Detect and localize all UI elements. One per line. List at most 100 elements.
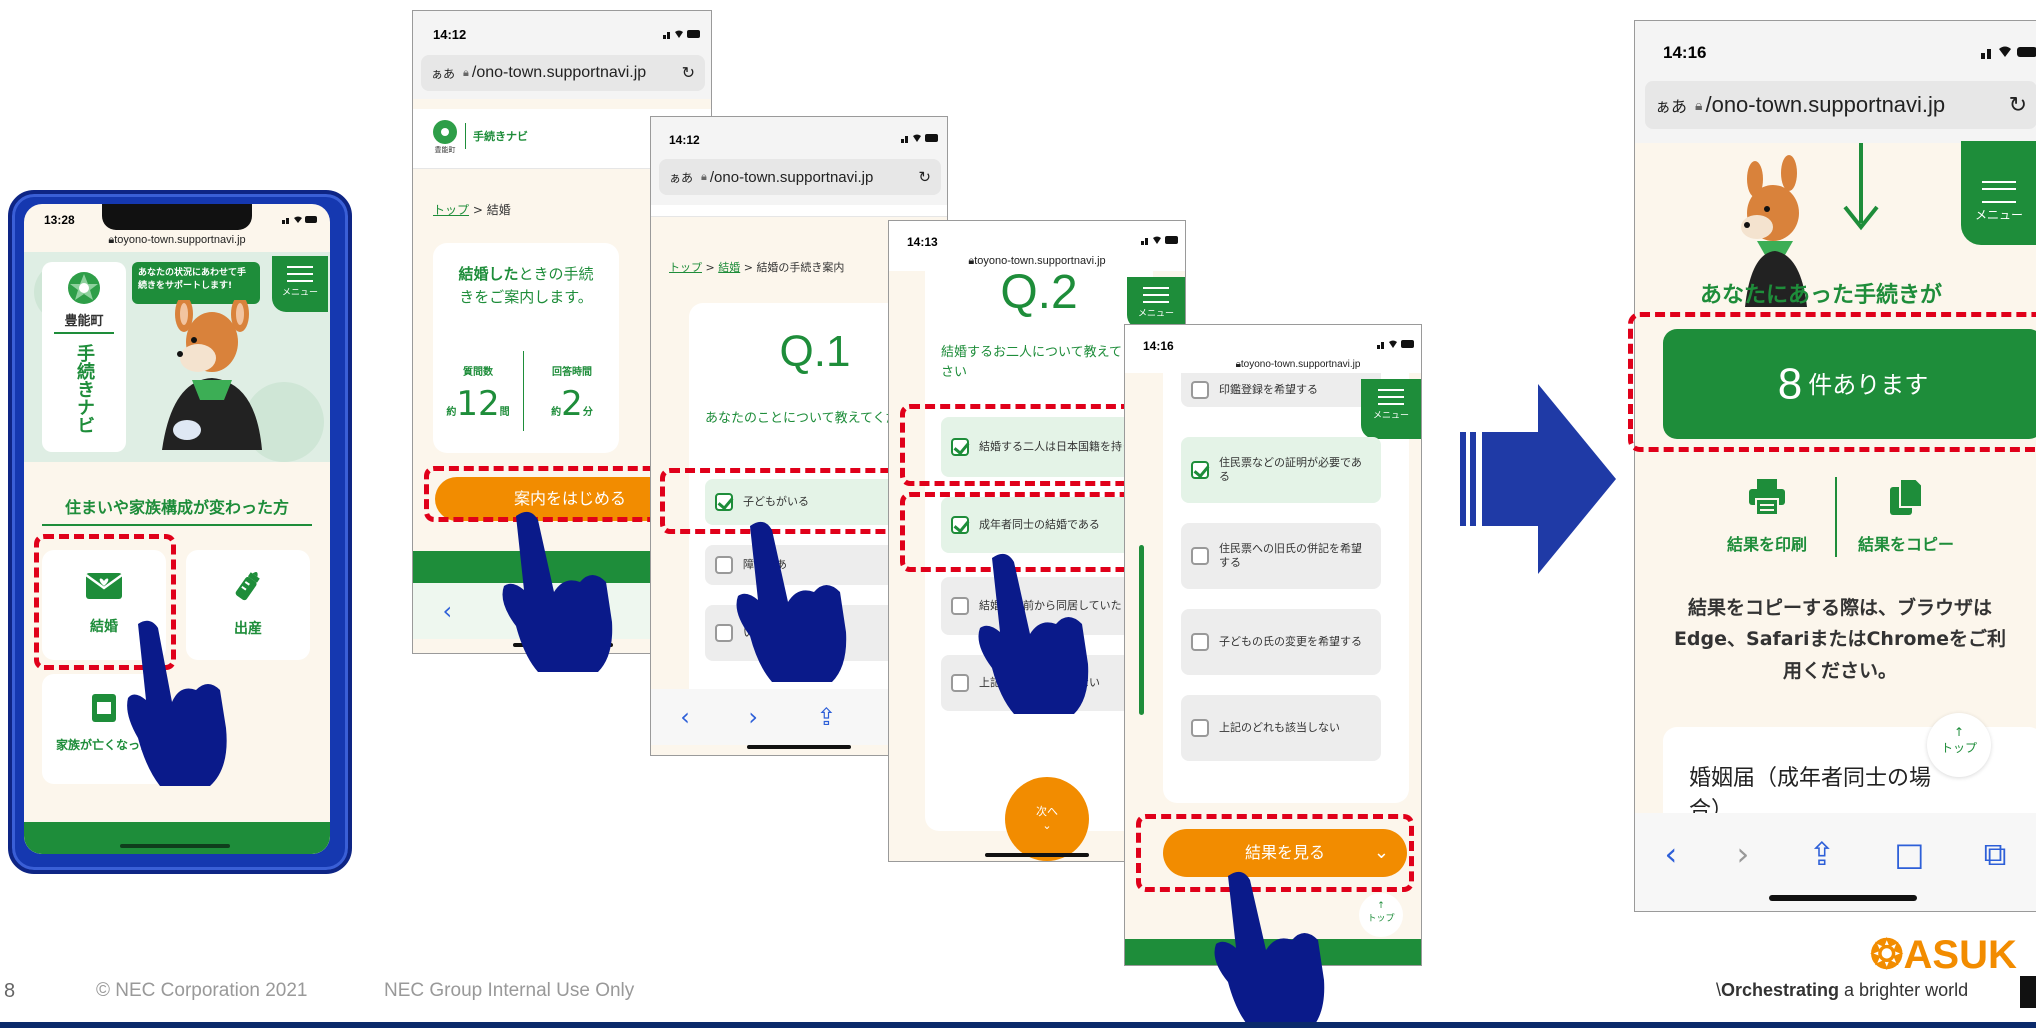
footer-bar xyxy=(24,822,330,854)
next-button[interactable]: 次へ ⌄ xyxy=(1005,777,1089,861)
stat-value: 12 xyxy=(456,384,500,424)
intro-card: 結婚したときの手続きをご案内します。 質問数 約12問 回答時間 約2分 xyxy=(433,243,619,453)
menu-label: メニュー xyxy=(281,288,318,298)
checkbox-icon[interactable] xyxy=(951,674,969,692)
classification-notice: NEC Group Internal Use Only xyxy=(384,980,635,1001)
print-results-button[interactable]: 結果を印刷 xyxy=(1707,477,1827,555)
stat-prefix: 約 xyxy=(551,407,562,418)
brand-mark-icon: ❂ xyxy=(1870,933,1904,977)
url-text: /ono-town.supportnavi.jp xyxy=(1705,92,1946,117)
url-text: /ono-town.supportnavi.jp xyxy=(709,168,874,186)
stat-label: 回答時間 xyxy=(552,367,592,378)
phone-6-screen: 14:16 ぁあ 🔒︎/ono-town.supportnavi.jp ↻ メニュー… xyxy=(1634,20,2036,912)
menu-label: メニュー xyxy=(1974,208,2023,222)
menu-button[interactable]: メニュー xyxy=(1961,141,2036,245)
option-label: 子どもの氏の変更を希望する xyxy=(1219,634,1362,648)
address-bar[interactable]: ぁあ 🔒︎/ono-town.supportnavi.jp ↻ xyxy=(421,55,705,91)
town-name: 豊能町 xyxy=(64,314,104,329)
checkbox-icon[interactable] xyxy=(1191,381,1209,399)
page-number: 8 xyxy=(4,980,16,1002)
signal-wifi-battery-icon xyxy=(282,216,317,224)
back-icon[interactable]: ‹ xyxy=(442,597,452,625)
status-time: 14:12 xyxy=(433,27,467,42)
back-to-top-button[interactable]: ↑ トップ xyxy=(1359,893,1403,937)
share-icon[interactable]: ⇪ xyxy=(816,703,836,731)
reload-icon[interactable]: ↻ xyxy=(682,63,695,83)
text-size-button[interactable]: ぁあ xyxy=(669,169,693,186)
section-title: 住まいや家族構成が変わった方 xyxy=(42,494,312,526)
top-label: トップ xyxy=(1367,914,1395,924)
checkbox-icon[interactable] xyxy=(1191,547,1209,565)
hamburger-icon[interactable] xyxy=(1143,287,1169,303)
forward-icon[interactable]: › xyxy=(748,703,758,731)
checkbox-icon[interactable] xyxy=(1191,633,1209,651)
reload-icon[interactable]: ↻ xyxy=(918,168,931,186)
checkbox-icon[interactable] xyxy=(1191,719,1209,737)
bookmarks-icon[interactable]: □ xyxy=(1894,835,1924,873)
pointing-hand-icon xyxy=(502,511,613,672)
option-resident-certificate[interactable]: 住民票などの証明が必要である xyxy=(1181,437,1381,503)
stat-time: 回答時間 約2分 xyxy=(525,363,619,424)
hamburger-icon[interactable] xyxy=(1982,181,2016,203)
status-time: 13:28 xyxy=(44,213,75,227)
chevron-down-icon: ⌄ xyxy=(1042,819,1052,832)
breadcrumb-top-link[interactable]: トップ xyxy=(669,261,702,274)
breadcrumb-current: 結婚 xyxy=(486,203,511,217)
breadcrumb-current: 結婚の手続き案内 xyxy=(756,261,845,274)
share-icon[interactable]: ⇪ xyxy=(1808,835,1835,873)
breadcrumb-top-link[interactable]: トップ xyxy=(433,203,469,217)
speech-bubble: あなたの状況にあわせて手続きをサポートします! xyxy=(132,262,260,304)
slogan-rest: a brighter world xyxy=(1839,980,1969,1000)
option-child-name-change[interactable]: 子どもの氏の変更を希望する xyxy=(1181,609,1381,675)
text-size-button[interactable]: ぁあ xyxy=(431,65,455,82)
slogan-bold: Orchestrating xyxy=(1721,980,1840,1000)
tabs-icon[interactable]: ⧉ xyxy=(1984,835,2007,874)
menu-button[interactable]: メニュー xyxy=(1127,277,1185,329)
option-none[interactable]: 上記のどれも該当しない xyxy=(1181,695,1381,761)
reload-icon[interactable]: ↻ xyxy=(2009,92,2027,118)
menu-button[interactable]: メニュー xyxy=(1361,379,1421,439)
home-indicator xyxy=(120,844,230,848)
app-title: 手続きナビ xyxy=(473,130,528,143)
breadcrumb-mid-link[interactable]: 結婚 xyxy=(718,261,740,274)
back-icon[interactable]: ‹ xyxy=(1665,835,1678,873)
option-label: 上記のどれも該当しない xyxy=(1219,720,1340,734)
lock-icon: 🔒︎ xyxy=(1695,96,1703,113)
lock-icon: 🔒︎ xyxy=(463,66,469,79)
back-icon[interactable]: ‹ xyxy=(680,703,690,731)
home-indicator xyxy=(1769,895,1917,901)
emblem-town: 豊能町 xyxy=(435,145,456,153)
option-seal-registration[interactable]: 印鑑登録を希望する xyxy=(1181,373,1381,407)
scroll-indicator[interactable] xyxy=(1139,545,1144,715)
option-label: 印鑑登録を希望する xyxy=(1219,382,1318,396)
nec-logo-fragment xyxy=(2020,976,2036,1008)
home-indicator xyxy=(985,853,1089,857)
back-to-top-button[interactable]: ↑ トップ xyxy=(1927,713,1991,777)
footer-rule xyxy=(0,1022,2036,1028)
checkbox-icon[interactable] xyxy=(951,597,969,615)
copy-results-button[interactable]: 結果をコピー xyxy=(1841,477,1971,555)
stat-value: 2 xyxy=(561,384,583,424)
address-bar[interactable]: ぁあ 🔒︎/ono-town.supportnavi.jp ↻ xyxy=(1645,81,2036,129)
pointing-hand-icon xyxy=(978,553,1089,714)
hamburger-icon[interactable] xyxy=(1378,389,1404,405)
stat-unit: 分 xyxy=(582,407,593,418)
status-time: 14:16 xyxy=(1143,339,1174,353)
option-maiden-name[interactable]: 住民票への旧氏の併記を希望する xyxy=(1181,523,1381,589)
brand-logo: ❂ASUK xyxy=(1870,932,2017,978)
hamburger-icon[interactable] xyxy=(287,266,313,282)
signal-wifi-battery-icon xyxy=(1141,236,1178,245)
url-text: /ono-town.supportnavi.jp xyxy=(471,64,647,81)
copy-note: 結果をコピーする際は、ブラウザはEdge、SafariまたはChromeをご利用… xyxy=(1673,597,2007,682)
next-label: 次へ xyxy=(1036,805,1058,818)
home-indicator xyxy=(747,745,851,749)
town-emblem-icon xyxy=(68,272,100,304)
address-bar[interactable]: ぁあ 🔒︎/ono-town.supportnavi.jp ↻ xyxy=(659,159,941,195)
forward-icon[interactable]: › xyxy=(1736,835,1749,873)
checkbox-checked-icon[interactable] xyxy=(1191,461,1209,479)
stat-prefix: 約 xyxy=(446,407,457,418)
document-icon xyxy=(92,694,116,722)
signal-wifi-battery-icon xyxy=(1981,46,2036,59)
logo-card: 豊能町 手続きナビ xyxy=(42,262,126,452)
text-size-button[interactable]: ぁあ xyxy=(1655,93,1687,117)
